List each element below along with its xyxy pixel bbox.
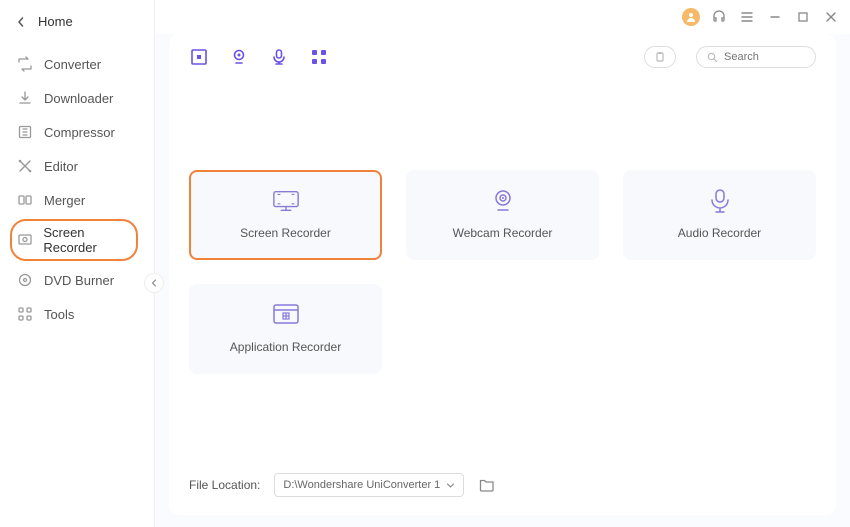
avatar[interactable] [682, 8, 700, 26]
file-location-value: D:\Wondershare UniConverter 1 [283, 479, 440, 491]
sidebar-item-label: Screen Recorder [43, 225, 138, 255]
footer: File Location: D:\Wondershare UniConvert… [169, 459, 836, 515]
card-label: Webcam Recorder [453, 226, 553, 240]
minimize-button[interactable] [766, 8, 784, 26]
content-panel: Screen Recorder Webcam Recorder Audio Re… [169, 34, 836, 515]
open-folder-button[interactable] [478, 476, 496, 494]
sidebar-nav: Converter Downloader Compressor Editor [0, 43, 154, 335]
screen-recorder-icon [16, 231, 33, 249]
chevron-down-icon [446, 481, 455, 490]
file-location-label: File Location: [189, 478, 260, 492]
sidebar-item-screen-recorder[interactable]: Screen Recorder [0, 217, 154, 263]
compressor-icon [16, 123, 34, 141]
webcam-recorder-card-icon [489, 190, 517, 212]
tool-webcam-icon[interactable] [229, 47, 249, 67]
sidebar-item-label: Editor [44, 159, 78, 174]
application-recorder-card-icon [272, 304, 300, 326]
sidebar-item-tools[interactable]: Tools [0, 297, 154, 331]
headset-icon[interactable] [710, 8, 728, 26]
hamburger-menu-icon[interactable] [738, 8, 756, 26]
main: Screen Recorder Webcam Recorder Audio Re… [155, 0, 850, 527]
close-button[interactable] [822, 8, 840, 26]
back-chevron-icon[interactable] [16, 17, 26, 27]
sidebar-item-merger[interactable]: Merger [0, 183, 154, 217]
toolbar [169, 34, 836, 80]
tools-icon [16, 305, 34, 323]
file-location-select[interactable]: D:\Wondershare UniConverter 1 [274, 473, 464, 497]
editor-icon [16, 157, 34, 175]
sidebar-item-compressor[interactable]: Compressor [0, 115, 154, 149]
cards-grid: Screen Recorder Webcam Recorder Audio Re… [169, 80, 836, 394]
sidebar-item-label: Downloader [44, 91, 113, 106]
sidebar-item-label: Merger [44, 193, 85, 208]
search-box[interactable] [696, 46, 816, 68]
sidebar-item-converter[interactable]: Converter [0, 47, 154, 81]
card-audio-recorder[interactable]: Audio Recorder [623, 170, 816, 260]
maximize-button[interactable] [794, 8, 812, 26]
audio-recorder-card-icon [706, 190, 734, 212]
search-icon [707, 52, 718, 63]
sidebar-item-editor[interactable]: Editor [0, 149, 154, 183]
card-screen-recorder[interactable]: Screen Recorder [189, 170, 382, 260]
screen-recorder-card-icon [272, 190, 300, 212]
converter-icon [16, 55, 34, 73]
sidebar-item-downloader[interactable]: Downloader [0, 81, 154, 115]
card-label: Audio Recorder [678, 226, 761, 240]
home-label: Home [38, 14, 73, 29]
sidebar-item-label: DVD Burner [44, 273, 114, 288]
tool-screen-record-icon[interactable] [189, 47, 209, 67]
downloader-icon [16, 89, 34, 107]
merger-icon [16, 191, 34, 209]
dvd-burner-icon [16, 271, 34, 289]
tool-apps-icon[interactable] [309, 47, 329, 67]
sidebar-item-dvd-burner[interactable]: DVD Burner [0, 263, 154, 297]
card-application-recorder[interactable]: Application Recorder [189, 284, 382, 374]
sidebar-header: Home [0, 0, 154, 43]
card-label: Application Recorder [230, 340, 341, 354]
tool-audio-icon[interactable] [269, 47, 289, 67]
clipboard-button[interactable] [644, 46, 676, 68]
sidebar-collapse-handle[interactable] [144, 273, 164, 293]
sidebar-item-label: Compressor [44, 125, 115, 140]
card-webcam-recorder[interactable]: Webcam Recorder [406, 170, 599, 260]
search-input[interactable] [724, 51, 805, 63]
sidebar: Home Converter Downloader Compressor [0, 0, 155, 527]
sidebar-item-label: Converter [44, 57, 101, 72]
card-label: Screen Recorder [240, 226, 331, 240]
sidebar-item-label: Tools [44, 307, 74, 322]
titlebar [155, 0, 850, 34]
